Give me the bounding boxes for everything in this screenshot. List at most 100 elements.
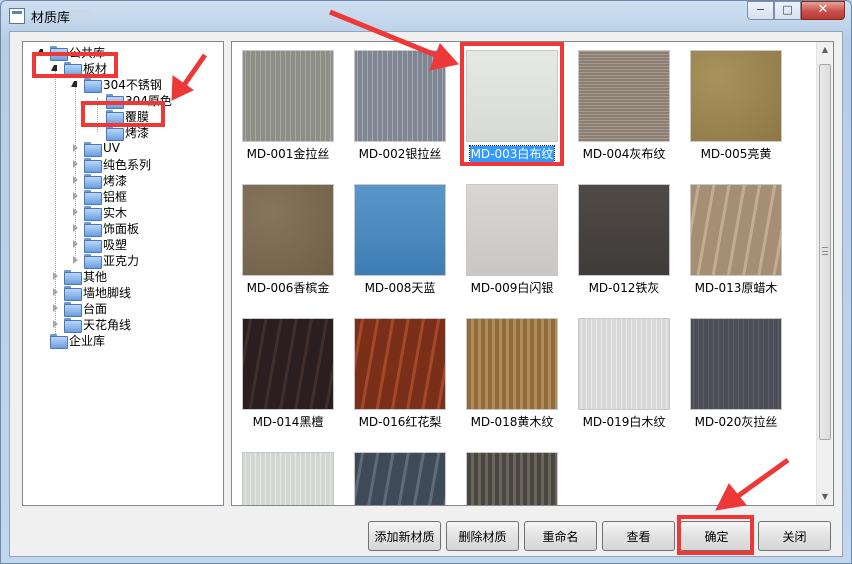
material-name: MD-005亮黄	[700, 147, 772, 161]
collapsed-arrow-icon[interactable]	[51, 287, 60, 297]
material-thumbnail[interactable]	[354, 50, 446, 142]
material-name: MD-008天蓝	[364, 281, 436, 295]
delete-material-button[interactable]: 删除材质	[446, 521, 519, 551]
tree-node[interactable]: 企业库	[37, 332, 105, 349]
minimize-button[interactable]: −	[747, 1, 774, 20]
material-item[interactable]: MD-005亮黄	[684, 44, 788, 174]
material-caption: MD-020灰拉丝	[684, 413, 788, 430]
view-button[interactable]: 查看	[602, 521, 675, 551]
material-caption: MD-001金拉丝	[236, 145, 340, 162]
collapsed-arrow-icon[interactable]	[51, 271, 60, 281]
scroll-grip-icon	[822, 247, 828, 255]
tree-node[interactable]: 其他	[51, 268, 107, 285]
material-item[interactable]	[236, 446, 340, 505]
folder-icon	[84, 189, 102, 205]
tree-node[interactable]: 亚克力	[71, 252, 139, 269]
collapsed-arrow-icon[interactable]	[37, 336, 46, 345]
material-item[interactable]	[460, 446, 564, 505]
material-caption: MD-006香槟金	[236, 279, 340, 296]
tree-node[interactable]: UV	[71, 140, 120, 157]
collapsed-arrow-icon[interactable]	[71, 143, 80, 153]
material-item[interactable]: MD-020灰拉丝	[684, 312, 788, 442]
tree-node[interactable]: 台面	[51, 300, 107, 317]
tree-node[interactable]: 铝框	[71, 188, 127, 205]
collapsed-arrow-icon[interactable]	[71, 255, 80, 265]
material-item[interactable]: MD-012铁灰	[572, 178, 676, 308]
tree-node[interactable]: 实木	[71, 204, 127, 221]
material-thumbnail[interactable]	[354, 184, 446, 276]
material-thumbnail[interactable]	[690, 318, 782, 410]
material-thumbnail[interactable]	[690, 50, 782, 142]
rename-button[interactable]: 重命名	[524, 521, 597, 551]
material-item[interactable]: MD-014黑檀	[236, 312, 340, 442]
material-thumbnail[interactable]	[242, 318, 334, 410]
material-item[interactable]: MD-002银拉丝	[348, 44, 452, 174]
tree-node[interactable]: 烤漆	[71, 172, 128, 189]
material-name: MD-018黄木纹	[470, 415, 554, 429]
maximize-button[interactable]: □	[774, 1, 801, 20]
material-name: MD-014黑檀	[252, 415, 324, 429]
add-material-button[interactable]: 添加新材质	[368, 521, 441, 551]
material-thumbnail[interactable]	[690, 184, 782, 276]
tree-node[interactable]: 天花角线	[51, 316, 131, 333]
tree-node[interactable]: 纯色系列	[71, 156, 152, 173]
material-caption: MD-013原蜡木	[684, 279, 788, 296]
collapsed-arrow-icon[interactable]	[71, 223, 80, 233]
material-item[interactable]: MD-001金拉丝	[236, 44, 340, 174]
collapsed-arrow-icon[interactable]	[51, 303, 60, 313]
collapsed-arrow-icon[interactable]	[71, 175, 80, 185]
scroll-thumb[interactable]	[819, 64, 831, 440]
material-thumbnail[interactable]	[578, 184, 670, 276]
window-title: 材质库	[31, 11, 71, 26]
material-name: MD-012铁灰	[588, 281, 660, 295]
window-controls: − □ ✕	[747, 1, 845, 20]
gallery-scrollbar[interactable]: ▲ ▼	[816, 42, 833, 505]
material-item[interactable]: MD-019白木纹	[572, 312, 676, 442]
material-thumbnail[interactable]	[354, 318, 446, 410]
collapsed-arrow-icon[interactable]	[71, 191, 80, 201]
scroll-down-icon[interactable]: ▼	[817, 489, 833, 505]
material-thumbnail[interactable]	[466, 318, 558, 410]
title-bar[interactable]: 材质库 − □ ✕	[1, 1, 851, 31]
material-item[interactable]: MD-008天蓝	[348, 178, 452, 308]
material-item[interactable]: MD-009白闪银	[460, 178, 564, 308]
material-thumbnail[interactable]	[578, 318, 670, 410]
annotation-box-selected-material	[460, 42, 564, 166]
tree-node[interactable]: 饰面板	[71, 220, 139, 237]
collapsed-arrow-icon[interactable]	[71, 239, 80, 249]
collapsed-arrow-icon[interactable]	[71, 159, 80, 169]
folder-icon	[64, 285, 82, 301]
material-item[interactable]: MD-013原蜡木	[684, 178, 788, 308]
material-thumbnail[interactable]	[578, 50, 670, 142]
material-name: MD-016红花梨	[358, 415, 442, 429]
collapsed-arrow-icon[interactable]	[51, 319, 60, 329]
close-button[interactable]: 关闭	[758, 521, 831, 551]
material-item[interactable]: MD-018黄木纹	[460, 312, 564, 442]
material-item[interactable]	[348, 446, 452, 505]
folder-icon	[84, 173, 102, 189]
close-window-button[interactable]: ✕	[801, 1, 845, 20]
tree-node[interactable]: 304不锈钢	[71, 76, 162, 93]
tree-node-label: 纯色系列	[103, 157, 152, 172]
tree-node-label: 墙地脚线	[83, 285, 132, 300]
collapsed-arrow-icon[interactable]	[71, 207, 80, 217]
material-item[interactable]: MD-004灰布纹	[572, 44, 676, 174]
material-thumbnail[interactable]	[242, 452, 334, 505]
tree-node[interactable]: 吸塑	[71, 236, 127, 253]
folder-icon	[50, 333, 68, 349]
material-thumbnail[interactable]	[466, 184, 558, 276]
material-name: MD-009白闪银	[470, 281, 554, 295]
material-caption: MD-018黄木纹	[460, 413, 564, 430]
material-caption: MD-008天蓝	[348, 279, 452, 296]
tree-node[interactable]: 墙地脚线	[51, 284, 132, 301]
material-item[interactable]: MD-016红花梨	[348, 312, 452, 442]
material-thumbnail[interactable]	[242, 50, 334, 142]
expanded-arrow-icon[interactable]	[71, 80, 80, 89]
scroll-up-icon[interactable]: ▲	[817, 42, 833, 58]
material-item[interactable]: MD-006香槟金	[236, 178, 340, 308]
material-thumbnail[interactable]	[466, 452, 558, 505]
tree-node-label: 烤漆	[103, 173, 128, 188]
material-name: MD-004灰布纹	[582, 147, 666, 161]
material-thumbnail[interactable]	[354, 452, 446, 505]
material-thumbnail[interactable]	[242, 184, 334, 276]
